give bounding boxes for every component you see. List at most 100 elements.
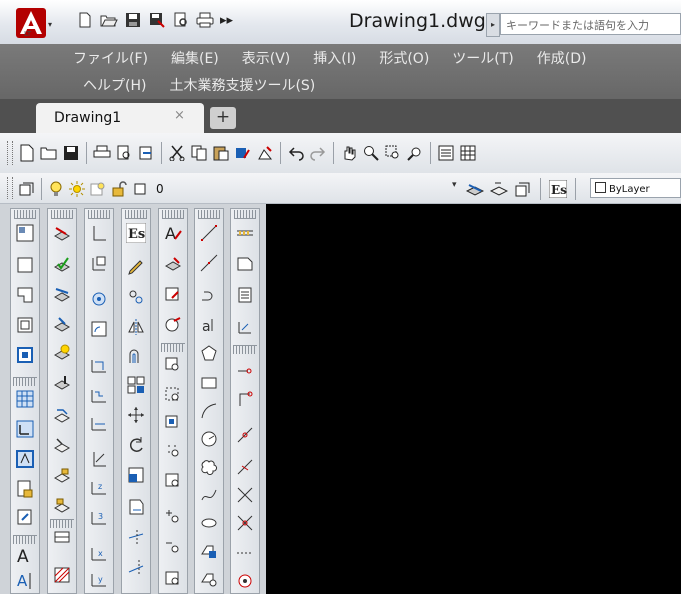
dimension-x-icon[interactable]: x — [89, 543, 109, 563]
dimension-3-icon[interactable]: 3 — [89, 507, 109, 527]
dimension-linear-icon[interactable] — [89, 223, 109, 243]
toolbar-grip[interactable] — [161, 343, 185, 352]
layer-previous-icon[interactable] — [490, 180, 508, 198]
polyline-icon[interactable] — [199, 285, 219, 305]
snap-midpoint-icon[interactable] — [235, 389, 255, 409]
menu-format[interactable]: 形式(O) — [379, 48, 429, 68]
list-icon[interactable] — [235, 285, 255, 305]
redo-icon[interactable] — [309, 144, 327, 162]
stretch-icon[interactable] — [126, 497, 146, 517]
offset-icon[interactable] — [126, 347, 146, 367]
current-layer-name[interactable]: 0 — [156, 182, 164, 196]
lightbulb-icon[interactable] — [47, 180, 65, 198]
dimension-continue-icon[interactable] — [89, 385, 109, 405]
make-block-icon[interactable] — [199, 569, 219, 589]
dimension-baseline-icon[interactable] — [89, 355, 109, 375]
polygon-text-icon[interactable]: a — [199, 315, 219, 335]
scale-icon[interactable] — [126, 465, 146, 485]
match-properties-icon[interactable] — [234, 144, 252, 162]
layer-walk-icon[interactable] — [52, 373, 72, 393]
zoom-object-icon[interactable] — [163, 471, 183, 491]
layer-delete-icon[interactable] — [52, 435, 72, 455]
layer-merge-icon[interactable] — [52, 405, 72, 425]
text-edit-icon[interactable]: A — [163, 223, 183, 243]
convert-viewport-icon[interactable] — [15, 315, 35, 335]
pencil-icon[interactable] — [126, 257, 146, 277]
menu-tools[interactable]: ツール(T) — [452, 48, 513, 68]
drawing-canvas[interactable] — [266, 204, 681, 594]
application-menu-button[interactable]: LT ▾ — [10, 6, 62, 40]
cut-icon[interactable] — [168, 144, 186, 162]
zoom-window-icon[interactable] — [384, 144, 402, 162]
chevron-right-icon[interactable]: ▸ — [486, 13, 500, 37]
polygon-icon[interactable] — [199, 343, 219, 363]
toolbar-grip[interactable] — [7, 141, 13, 165]
chevron-down-icon[interactable]: ▾ — [452, 180, 457, 190]
save-icon[interactable] — [62, 144, 80, 162]
snap-intersection-icon[interactable] — [235, 425, 255, 445]
circle-icon[interactable] — [199, 429, 219, 449]
move-icon[interactable] — [126, 405, 146, 425]
zoom-dynamic-icon[interactable] — [163, 385, 183, 405]
toolbar-grip[interactable] — [13, 535, 37, 544]
make-current-layer-icon[interactable] — [466, 180, 484, 198]
toolbar-grip[interactable] — [51, 210, 73, 219]
properties-icon[interactable] — [437, 144, 455, 162]
close-icon[interactable]: × — [174, 108, 185, 123]
menu-draw[interactable]: 作成(D) — [537, 48, 587, 68]
layer-unisolate-icon[interactable] — [52, 315, 72, 335]
text-style-icon[interactable]: Es — [126, 223, 146, 243]
dimension-ordinate-icon[interactable] — [89, 413, 109, 433]
zoom-all-icon[interactable] — [163, 569, 183, 589]
polygonal-viewport-icon[interactable] — [15, 285, 35, 305]
toolbar-grip[interactable] — [13, 377, 37, 386]
id-point-icon[interactable] — [235, 317, 255, 337]
viewport-icon[interactable] — [15, 223, 35, 243]
insert-block-icon[interactable] — [199, 541, 219, 561]
revision-cloud-icon[interactable] — [199, 457, 219, 477]
unlock-icon[interactable] — [110, 180, 128, 198]
zoom-previous-icon[interactable] — [406, 144, 424, 162]
dimension-z-icon[interactable]: z — [89, 477, 109, 497]
arc-icon[interactable] — [199, 401, 219, 421]
print-icon[interactable] — [196, 11, 214, 29]
text-style-icon[interactable]: Es — [549, 180, 567, 198]
toolbar-grip[interactable] — [7, 177, 13, 199]
layer-check-icon[interactable] — [52, 255, 72, 275]
toolbar-grip[interactable] — [50, 519, 74, 528]
new-tab-button[interactable]: + — [210, 107, 236, 129]
layer-isolate-icon[interactable] — [52, 285, 72, 305]
zoom-out-icon[interactable] — [163, 537, 183, 557]
dimension-jog-icon[interactable] — [89, 449, 109, 469]
zoom-realtime-icon[interactable] — [362, 144, 380, 162]
toolbar-grip[interactable] — [14, 210, 36, 219]
plot-preview-icon[interactable] — [172, 11, 190, 29]
menu-view[interactable]: 表示(V) — [242, 48, 291, 68]
snap-none-icon[interactable] — [235, 543, 255, 563]
array-icon[interactable] — [126, 375, 146, 395]
area-icon[interactable] — [235, 253, 255, 273]
paste-icon[interactable] — [212, 144, 230, 162]
toolbar-grip[interactable] — [88, 210, 110, 219]
layer-states-icon[interactable] — [514, 180, 532, 198]
zoom-center-icon[interactable] — [163, 441, 183, 461]
toolbar-grip[interactable] — [125, 210, 147, 219]
dimension-aligned-icon[interactable] — [89, 253, 109, 273]
new-icon[interactable] — [76, 11, 94, 29]
extend-icon[interactable] — [126, 557, 146, 577]
open-icon[interactable] — [40, 144, 58, 162]
trim-icon[interactable] — [126, 527, 146, 547]
snap-center-icon[interactable] — [235, 571, 255, 591]
copy-icon[interactable] — [190, 144, 208, 162]
construction-line-icon[interactable] — [199, 253, 219, 273]
snap-apparent-icon[interactable] — [235, 457, 255, 477]
block-attribute-icon[interactable] — [52, 529, 72, 549]
spline-icon[interactable] — [199, 485, 219, 505]
snap-extension-icon[interactable] — [235, 485, 255, 505]
viewport-freeze-icon[interactable] — [89, 180, 107, 198]
snap-perpendicular-icon[interactable] — [235, 513, 255, 533]
undo-icon[interactable] — [287, 144, 305, 162]
layer-freeze-icon[interactable] — [52, 343, 72, 363]
print-icon[interactable] — [93, 144, 111, 162]
zoom-window-icon[interactable] — [163, 355, 183, 375]
